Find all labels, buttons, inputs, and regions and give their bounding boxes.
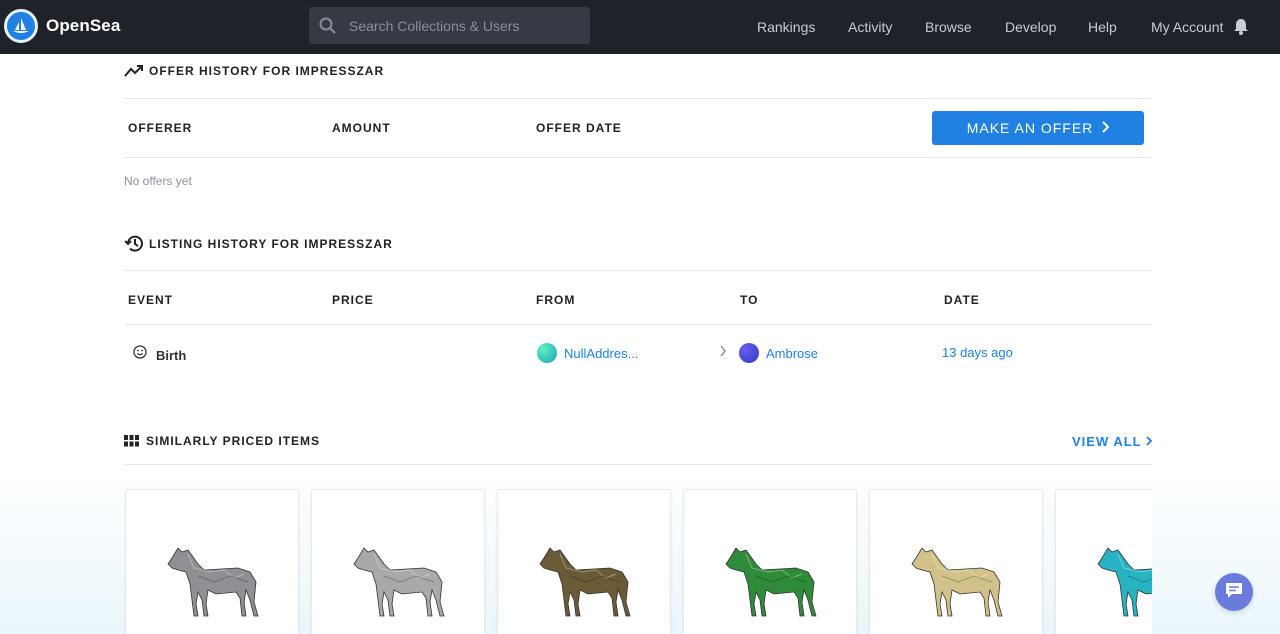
make-offer-button[interactable]: MAKE AN OFFER: [932, 111, 1144, 145]
col-amount: AMOUNT: [332, 121, 391, 135]
chat-icon: [1224, 581, 1244, 604]
grid-icon: [124, 435, 140, 447]
col-price: PRICE: [332, 293, 374, 307]
listing-history-header: LISTING HISTORY FOR IMPRESSZAR: [124, 235, 393, 252]
brand-name[interactable]: OpenSea: [46, 16, 120, 36]
col-to: TO: [740, 293, 759, 307]
nav-rankings[interactable]: Rankings: [757, 19, 815, 35]
col-offer-date: OFFER DATE: [536, 121, 622, 135]
col-event: EVENT: [128, 293, 174, 307]
bell-icon[interactable]: [1233, 18, 1249, 40]
search-box: [309, 7, 590, 44]
divider: [124, 98, 1152, 99]
offer-history-title: OFFER HISTORY FOR IMPRESSZAR: [149, 64, 385, 78]
item-card[interactable]: [1055, 489, 1152, 634]
search-icon: [319, 17, 336, 39]
divider: [124, 157, 1152, 158]
nav-browse[interactable]: Browse: [925, 19, 972, 35]
nav-help[interactable]: Help: [1088, 19, 1117, 35]
event-birth: Birth: [156, 348, 187, 363]
chevron-right-icon: [1101, 120, 1110, 136]
date-link[interactable]: 13 days ago: [942, 345, 1013, 360]
smiley-icon: [133, 345, 147, 362]
item-card[interactable]: [125, 489, 299, 634]
divider: [124, 270, 1152, 271]
avatar[interactable]: [537, 343, 557, 363]
to-user-link[interactable]: Ambrose: [766, 346, 818, 361]
similar-items-carousel: [124, 489, 1152, 634]
nav-develop[interactable]: Develop: [1005, 19, 1056, 35]
similar-items-title: SIMILARLY PRICED ITEMS: [146, 434, 321, 448]
offer-history-header: OFFER HISTORY FOR IMPRESSZAR: [124, 64, 384, 78]
view-all-label: VIEW ALL: [1072, 434, 1142, 449]
avatar[interactable]: [739, 343, 759, 363]
from-user-link[interactable]: NullAddres...: [564, 346, 638, 361]
no-offers-text: No offers yet: [124, 174, 192, 188]
divider: [124, 464, 1152, 465]
nav-my-account[interactable]: My Account: [1151, 19, 1223, 35]
col-offerer: OFFERER: [128, 121, 193, 135]
item-card[interactable]: [683, 489, 857, 634]
trending-icon: [124, 65, 143, 77]
item-card[interactable]: [311, 489, 485, 634]
top-navbar: OpenSea Rankings Activity Browse Develop…: [0, 0, 1280, 54]
col-from: FROM: [536, 293, 576, 307]
arrow-right-icon: [719, 345, 727, 360]
view-all-link[interactable]: VIEW ALL: [1072, 434, 1153, 449]
chat-button[interactable]: [1215, 573, 1253, 611]
divider: [124, 324, 1152, 325]
similar-items-header: SIMILARLY PRICED ITEMS: [124, 434, 320, 448]
make-offer-label: MAKE AN OFFER: [966, 120, 1094, 136]
search-input[interactable]: [349, 7, 579, 44]
listing-history-title: LISTING HISTORY FOR IMPRESSZAR: [149, 236, 393, 251]
item-card[interactable]: [497, 489, 671, 634]
history-icon: [124, 235, 143, 252]
opensea-logo-icon[interactable]: [4, 9, 38, 43]
chevron-right-icon: [1145, 434, 1153, 449]
item-card[interactable]: [869, 489, 1043, 634]
col-date: DATE: [944, 293, 980, 307]
nav-activity[interactable]: Activity: [848, 19, 892, 35]
